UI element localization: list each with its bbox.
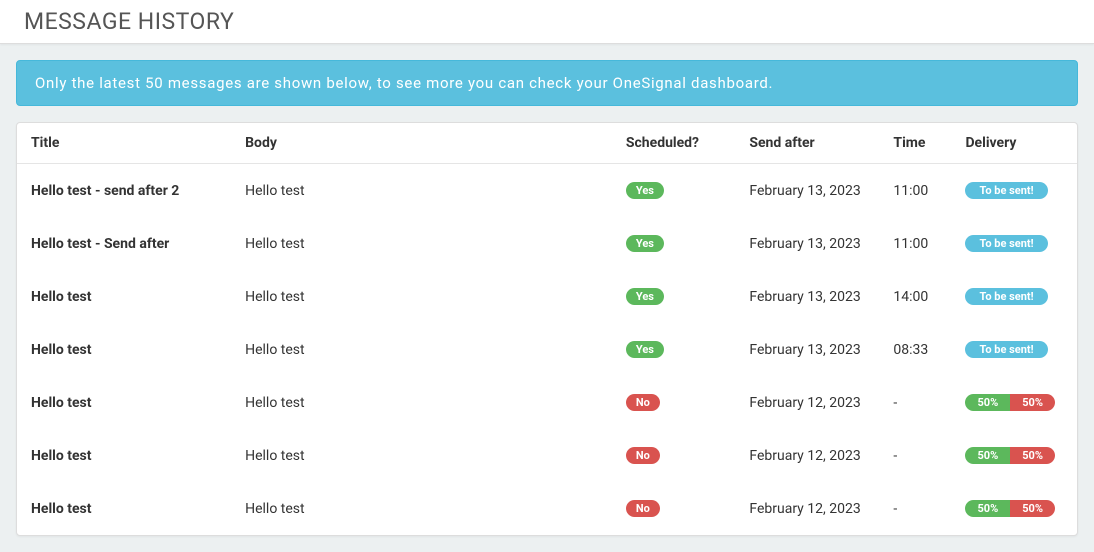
cell-time: - bbox=[881, 376, 953, 429]
cell-time: 11:00 bbox=[881, 164, 953, 218]
table-body: Hello test - send after 2Hello testYesFe… bbox=[17, 164, 1077, 536]
cell-body: Hello test bbox=[233, 270, 614, 323]
cell-delivery: To be sent! bbox=[953, 323, 1077, 376]
cell-time: 14:00 bbox=[881, 270, 953, 323]
info-banner: Only the latest 50 messages are shown be… bbox=[16, 60, 1078, 106]
scheduled-badge: Yes bbox=[626, 182, 664, 199]
table-row: Hello testHello test No February 12, 2023-… bbox=[17, 429, 1077, 482]
delivery-split-pill: 50%50% bbox=[965, 394, 1055, 411]
cell-scheduled: No bbox=[614, 376, 737, 429]
col-header-time: Time bbox=[881, 123, 953, 164]
cell-body: Hello test bbox=[233, 217, 614, 270]
col-header-title: Title bbox=[17, 123, 233, 164]
cell-delivery: To be sent! bbox=[953, 217, 1077, 270]
cell-title: Hello test bbox=[17, 323, 233, 376]
cell-scheduled: Yes bbox=[614, 323, 737, 376]
message-table-wrap: Title Body Scheduled? Send after Time De… bbox=[16, 122, 1078, 536]
scheduled-badge: Yes bbox=[626, 341, 664, 358]
info-banner-text: Only the latest 50 messages are shown be… bbox=[35, 74, 773, 92]
cell-title: Hello test - send after 2 bbox=[17, 164, 233, 218]
table-header-row: Title Body Scheduled? Send after Time De… bbox=[17, 123, 1077, 164]
delivery-pending-pill: To be sent! bbox=[965, 235, 1047, 252]
cell-scheduled: Yes bbox=[614, 164, 737, 218]
delivery-success: 50% bbox=[965, 447, 1010, 464]
cell-send-after: February 13, 2023 bbox=[737, 323, 881, 376]
cell-body: Hello test bbox=[233, 164, 614, 218]
cell-send-after: February 13, 2023 bbox=[737, 164, 881, 218]
cell-scheduled: Yes bbox=[614, 270, 737, 323]
page-header: MESSAGE HISTORY bbox=[0, 0, 1094, 44]
delivery-pending-pill: To be sent! bbox=[965, 288, 1047, 305]
cell-body: Hello test bbox=[233, 323, 614, 376]
scheduled-badge: No bbox=[626, 394, 660, 411]
message-table: Title Body Scheduled? Send after Time De… bbox=[17, 123, 1077, 535]
table-row: Hello testHello test Yes February 13, 2023… bbox=[17, 323, 1077, 376]
cell-delivery: 50%50% bbox=[953, 376, 1077, 429]
col-header-scheduled: Scheduled? bbox=[614, 123, 737, 164]
cell-title: Hello test - Send after bbox=[17, 217, 233, 270]
cell-time: - bbox=[881, 429, 953, 482]
cell-delivery: To be sent! bbox=[953, 270, 1077, 323]
col-header-send-after: Send after bbox=[737, 123, 881, 164]
delivery-success: 50% bbox=[965, 394, 1010, 411]
page-title: MESSAGE HISTORY bbox=[24, 8, 1070, 35]
delivery-split-pill: 50%50% bbox=[965, 447, 1055, 464]
cell-time: 08:33 bbox=[881, 323, 953, 376]
cell-send-after: February 13, 2023 bbox=[737, 217, 881, 270]
cell-body: Hello test bbox=[233, 429, 614, 482]
table-row: Hello testHello test Yes February 13, 2023… bbox=[17, 270, 1077, 323]
cell-delivery: To be sent! bbox=[953, 164, 1077, 218]
cell-title: Hello test bbox=[17, 376, 233, 429]
scheduled-badge: No bbox=[626, 447, 660, 464]
col-header-body: Body bbox=[233, 123, 614, 164]
content-container: Only the latest 50 messages are shown be… bbox=[0, 44, 1094, 552]
scheduled-badge: Yes bbox=[626, 235, 664, 252]
delivery-fail: 50% bbox=[1010, 447, 1055, 464]
delivery-fail: 50% bbox=[1010, 394, 1055, 411]
scheduled-badge: Yes bbox=[626, 288, 664, 305]
table-row: Hello test - send after 2Hello test Yes Fe… bbox=[17, 164, 1077, 218]
delivery-pending-pill: To be sent! bbox=[965, 182, 1047, 199]
cell-scheduled: No bbox=[614, 429, 737, 482]
table-row: Hello test - Send afterHello test Yes Febr… bbox=[17, 217, 1077, 270]
cell-title: Hello test bbox=[17, 429, 233, 482]
cell-send-after: February 12, 2023 bbox=[737, 429, 881, 482]
cell-scheduled: Yes bbox=[614, 217, 737, 270]
col-header-delivery: Delivery bbox=[953, 123, 1077, 164]
cell-delivery: 50%50% bbox=[953, 429, 1077, 482]
cell-send-after: February 12, 2023 bbox=[737, 376, 881, 429]
cell-body: Hello test bbox=[233, 376, 614, 429]
cell-title: Hello test bbox=[17, 270, 233, 323]
delivery-pending-pill: To be sent! bbox=[965, 341, 1047, 358]
cell-send-after: February 13, 2023 bbox=[737, 270, 881, 323]
cell-time: 11:00 bbox=[881, 217, 953, 270]
table-row: Hello testHello test No February 12, 2023-… bbox=[17, 376, 1077, 429]
